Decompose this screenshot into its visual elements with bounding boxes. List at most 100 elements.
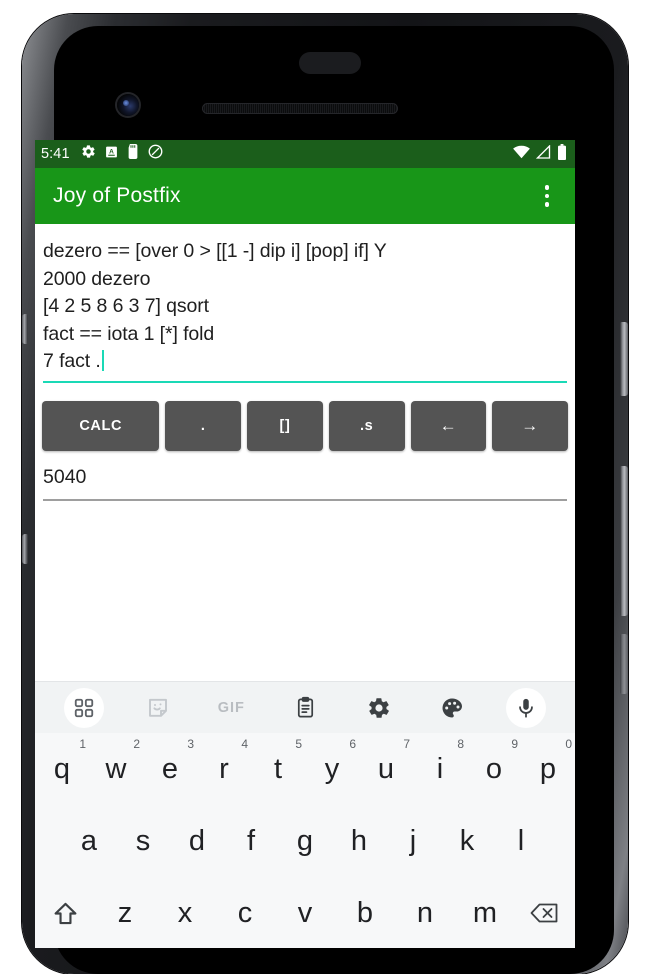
key-w[interactable]: 2w [89, 733, 143, 805]
cell-signal-icon [535, 143, 551, 164]
side-button-left-1[interactable] [22, 314, 28, 344]
key-i[interactable]: 8i [413, 733, 467, 805]
backspace-icon [530, 903, 558, 923]
front-camera-icon [117, 94, 139, 116]
right-arrow-button[interactable]: → [492, 401, 568, 451]
letter-a-box-icon: A [105, 145, 118, 164]
svg-text:A: A [109, 148, 114, 155]
theme-button[interactable] [416, 682, 490, 734]
sticker-button[interactable] [121, 682, 195, 734]
notch [299, 52, 361, 74]
key-hint: 9 [511, 737, 518, 751]
earpiece-grille [202, 103, 398, 114]
keyboard-row-3: z x c v b n m [35, 877, 575, 948]
key-r[interactable]: 4r [197, 733, 251, 805]
key-hint: 4 [241, 737, 248, 751]
battery-icon [557, 143, 567, 165]
status-bar: 5:41 A [35, 140, 575, 168]
key-label: w [105, 752, 127, 785]
backspace-key[interactable] [515, 877, 575, 948]
key-label: i [436, 752, 444, 785]
key-d[interactable]: d [170, 805, 224, 877]
key-label: q [53, 752, 71, 785]
key-j[interactable]: j [386, 805, 440, 877]
side-button-left-2[interactable] [22, 534, 28, 564]
key-x[interactable]: x [155, 877, 215, 948]
key-label: u [377, 752, 395, 785]
volume-button[interactable] [620, 466, 628, 616]
calc-button[interactable]: CALC [42, 401, 160, 451]
key-label: r [219, 752, 229, 785]
key-hint: 0 [565, 737, 572, 751]
key-m[interactable]: m [455, 877, 515, 948]
key-y[interactable]: 6y [305, 733, 359, 805]
program-editor-wrap: dezero == [over 0 > [[1 -] dip i] [pop] … [35, 224, 575, 383]
key-u[interactable]: 7u [359, 733, 413, 805]
page-title: Joy of Postfix [53, 184, 181, 207]
key-label: o [485, 752, 503, 785]
clipboard-button[interactable] [268, 682, 342, 734]
program-editor-input[interactable]: dezero == [over 0 > [[1 -] dip i] [pop] … [43, 238, 567, 379]
soft-keyboard: GIF 1 q 2 w 3 e 4 r 5 t 6 y 7 u 8 i 9 o … [35, 681, 575, 948]
status-left-icons: A [81, 144, 163, 164]
key-v[interactable]: v [275, 877, 335, 948]
wifi-icon [513, 145, 530, 164]
key-k[interactable]: k [440, 805, 494, 877]
overflow-menu-icon[interactable] [523, 172, 571, 220]
key-hint: 1 [79, 737, 86, 751]
key-p[interactable]: 0p [521, 733, 575, 805]
microphone-icon-circle [506, 687, 547, 728]
sd-card-icon [127, 144, 139, 164]
key-label: e [161, 752, 179, 785]
key-c[interactable]: c [215, 877, 275, 948]
keyboard-toolbar: GIF [35, 681, 575, 733]
status-right-icons [513, 143, 567, 165]
keyboard-settings-button[interactable] [342, 682, 416, 734]
gif-button[interactable]: GIF [194, 682, 268, 734]
dot-s-button[interactable]: .s [328, 401, 405, 451]
output-value: 5040 [43, 466, 87, 488]
key-g[interactable]: g [278, 805, 332, 877]
key-h[interactable]: h [332, 805, 386, 877]
key-hint: 2 [133, 737, 140, 751]
key-s[interactable]: s [116, 805, 170, 877]
key-z[interactable]: z [95, 877, 155, 948]
phone-screen: 5:41 A Joy of Postfix dezero == [over 0 … [35, 140, 575, 948]
dot-button[interactable]: . [165, 401, 242, 451]
brackets-button[interactable]: [] [247, 401, 323, 451]
key-a[interactable]: a [62, 805, 116, 877]
shift-key[interactable] [35, 877, 95, 948]
key-o[interactable]: 9o [467, 733, 521, 805]
status-clock: 5:41 [41, 146, 70, 162]
key-q[interactable]: 1q [35, 733, 89, 805]
gif-icon: GIF [217, 699, 245, 716]
gear-icon [81, 144, 96, 164]
keyboard-row-2: a s d f g h j k l [35, 805, 575, 877]
do-not-disturb-icon [148, 144, 163, 164]
key-label: y [324, 752, 340, 785]
key-b[interactable]: b [335, 877, 395, 948]
clipboard-icon [297, 696, 313, 718]
keyboard-row-1: 1q 2w 3e 4r 5t 6y 7u 8i 9o 0p [35, 733, 575, 805]
key-hint: 5 [295, 737, 302, 751]
key-f[interactable]: f [224, 805, 278, 877]
operation-button-row: CALC . [] .s ← → [35, 383, 575, 451]
key-t[interactable]: 5t [251, 733, 305, 805]
app-bar: Joy of Postfix [35, 168, 575, 224]
key-label: p [539, 752, 557, 785]
key-l[interactable]: l [494, 805, 548, 877]
key-hint: 6 [349, 737, 356, 751]
voice-input-button[interactable] [489, 682, 563, 734]
gear-icon [368, 697, 389, 718]
output-underline [43, 499, 567, 501]
key-n[interactable]: n [395, 877, 455, 948]
key-e[interactable]: 3e [143, 733, 197, 805]
output-area: 5040 [35, 451, 575, 501]
left-arrow-button[interactable]: ← [410, 401, 487, 451]
text-caret [101, 350, 105, 371]
power-button[interactable] [620, 322, 628, 396]
key-label: t [273, 752, 283, 785]
side-button-extra[interactable] [620, 634, 628, 694]
key-hint: 7 [403, 737, 410, 751]
apps-grid-button[interactable] [47, 682, 121, 734]
